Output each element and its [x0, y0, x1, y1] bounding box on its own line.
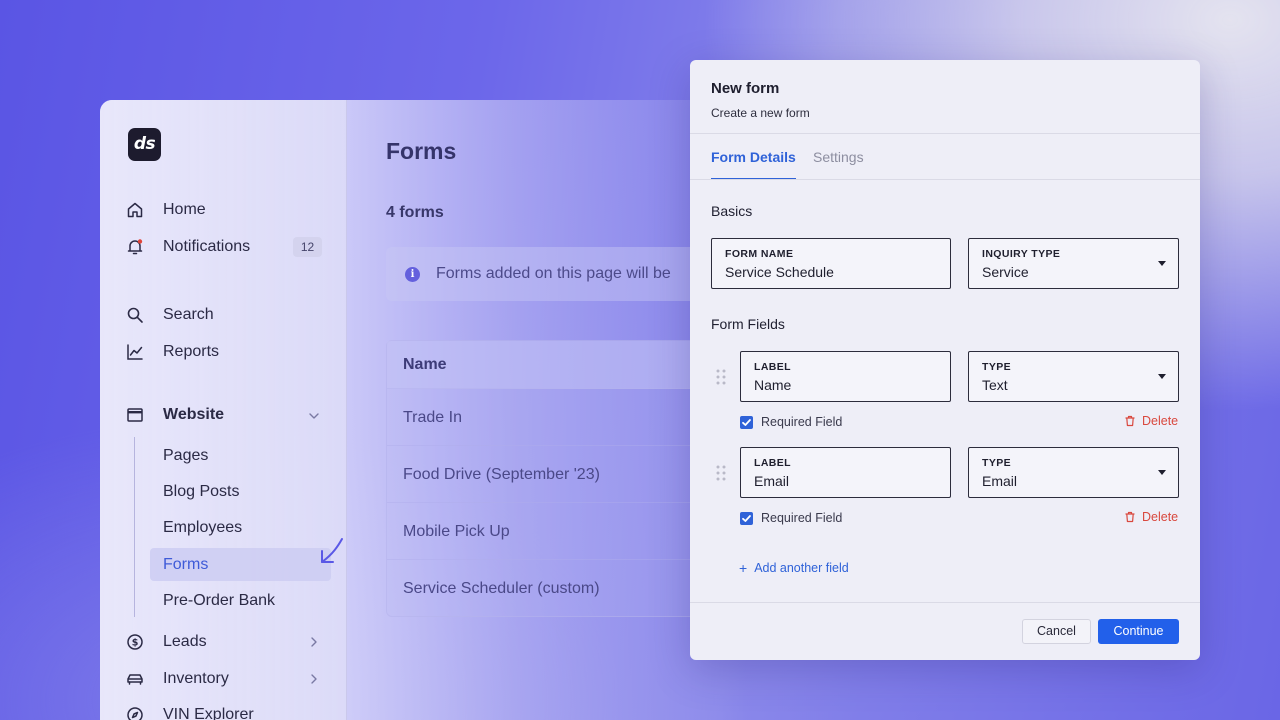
field-value: Text: [982, 377, 1008, 393]
subnav-guide-line: [134, 437, 135, 617]
required-label: Required Field: [761, 415, 843, 429]
cancel-button[interactable]: Cancel: [1022, 619, 1091, 644]
divider: [690, 179, 1200, 180]
forms-count: 4 forms: [386, 204, 444, 221]
sidebar-item-label: Search: [163, 306, 214, 323]
required-checkbox[interactable]: [740, 512, 753, 525]
required-checkbox[interactable]: [740, 416, 753, 429]
field-caption: TYPE: [982, 361, 1012, 373]
modal-subtitle: Create a new form: [711, 106, 810, 120]
checkmark-icon: [742, 515, 751, 522]
caret-down-icon: [1158, 261, 1166, 266]
inquiry-type-select[interactable]: INQUIRY TYPE Service: [968, 238, 1179, 289]
field-label-input[interactable]: LABEL Name: [740, 351, 951, 402]
chart-line-icon: [126, 343, 144, 361]
field-caption: TYPE: [982, 457, 1012, 469]
plus-icon: +: [739, 560, 748, 576]
field-caption: INQUIRY TYPE: [982, 248, 1061, 260]
delete-field-button[interactable]: Delete: [1124, 510, 1178, 524]
info-icon: i: [405, 267, 420, 282]
divider: [690, 133, 1200, 134]
delete-label: Delete: [1142, 414, 1179, 428]
field-value: Service: [982, 264, 1029, 280]
caret-down-icon: [1158, 374, 1166, 379]
sidebar-subitem-pre-order-bank[interactable]: Pre-Order Bank: [163, 589, 275, 613]
tab-form-details[interactable]: Form Details: [711, 149, 796, 165]
modal-title: New form: [711, 80, 780, 97]
trash-icon: [1125, 415, 1135, 427]
chevron-right-icon[interactable]: [307, 672, 321, 686]
checkmark-icon: [742, 419, 751, 426]
notice-text: Forms added on this page will be: [436, 265, 671, 282]
required-label: Required Field: [761, 511, 843, 525]
form-name-field[interactable]: FORM NAME Service Schedule: [711, 238, 951, 289]
pointer-arrow-icon: [321, 538, 343, 563]
field-caption: FORM NAME: [725, 248, 794, 260]
sidebar-item-label: Reports: [163, 343, 220, 360]
field-type-select[interactable]: TYPE Email: [968, 447, 1179, 498]
sidebar-item-label: VIN Explorer: [163, 706, 254, 720]
sidebar-item-label: Leads: [163, 633, 207, 650]
sidebar-item-label: Inventory: [163, 670, 229, 687]
chevron-right-icon[interactable]: [307, 635, 321, 649]
svg-text:$: $: [132, 638, 139, 649]
field-value: Email: [754, 473, 790, 489]
sidebar-item-label: Website: [163, 406, 225, 423]
sidebar-item-reports[interactable]: Reports: [126, 339, 219, 365]
form-fields-heading: Form Fields: [711, 316, 785, 332]
divider: [690, 602, 1200, 603]
sidebar-item-website[interactable]: Website: [126, 402, 224, 428]
sidebar-item-label: Home: [163, 201, 206, 218]
home-icon: [126, 201, 144, 219]
search-icon: [126, 306, 144, 324]
chevron-down-icon[interactable]: [307, 409, 321, 423]
sidebar-subitem-employees[interactable]: Employees: [163, 516, 242, 540]
add-field-button[interactable]: + Add another field: [739, 561, 849, 575]
caret-down-icon: [1158, 470, 1166, 475]
sidebar-subitem-pages[interactable]: Pages: [163, 444, 208, 468]
field-value: Service Schedule: [725, 264, 834, 280]
sidebar-item-notifications[interactable]: Notifications: [126, 234, 250, 260]
basics-heading: Basics: [711, 203, 753, 219]
sidebar-item-vin-explorer[interactable]: VIN Explorer: [126, 702, 254, 720]
sidebar-item-search[interactable]: Search: [126, 302, 214, 328]
field-value: Name: [754, 377, 792, 393]
dollar-circle-icon: $: [126, 633, 144, 651]
sidebar-item-inventory[interactable]: Inventory: [126, 666, 229, 692]
app-logo[interactable]: ds: [128, 128, 161, 161]
add-field-label: Add another field: [754, 561, 849, 575]
notifications-count-badge: 12: [293, 237, 322, 257]
field-caption: LABEL: [754, 457, 791, 469]
drag-handle-icon[interactable]: [716, 369, 726, 385]
sidebar-subitem-forms[interactable]: Forms: [163, 553, 208, 577]
continue-button[interactable]: Continue: [1098, 619, 1179, 644]
delete-label: Delete: [1142, 510, 1179, 524]
page-title: Forms: [386, 138, 457, 164]
drag-handle-icon[interactable]: [716, 465, 726, 481]
bell-icon: [126, 238, 144, 256]
sidebar: ds Home Notifications 12 Search Reports: [100, 100, 347, 720]
compass-icon: [126, 706, 144, 720]
sidebar-subitem-blog-posts[interactable]: Blog Posts: [163, 480, 239, 504]
car-icon: [126, 670, 144, 688]
field-type-select[interactable]: TYPE Text: [968, 351, 1179, 402]
sidebar-item-label: Notifications: [163, 238, 251, 255]
sidebar-item-home[interactable]: Home: [126, 197, 206, 223]
new-form-modal: New form Create a new form Form Details …: [690, 60, 1200, 660]
tab-settings[interactable]: Settings: [813, 149, 864, 165]
field-caption: LABEL: [754, 361, 791, 373]
sidebar-item-leads[interactable]: $ Leads: [126, 629, 207, 655]
field-value: Email: [982, 473, 1018, 489]
delete-field-button[interactable]: Delete: [1124, 414, 1178, 428]
trash-icon: [1125, 511, 1135, 523]
field-label-input[interactable]: LABEL Email: [740, 447, 951, 498]
browser-window-icon: [126, 406, 144, 424]
